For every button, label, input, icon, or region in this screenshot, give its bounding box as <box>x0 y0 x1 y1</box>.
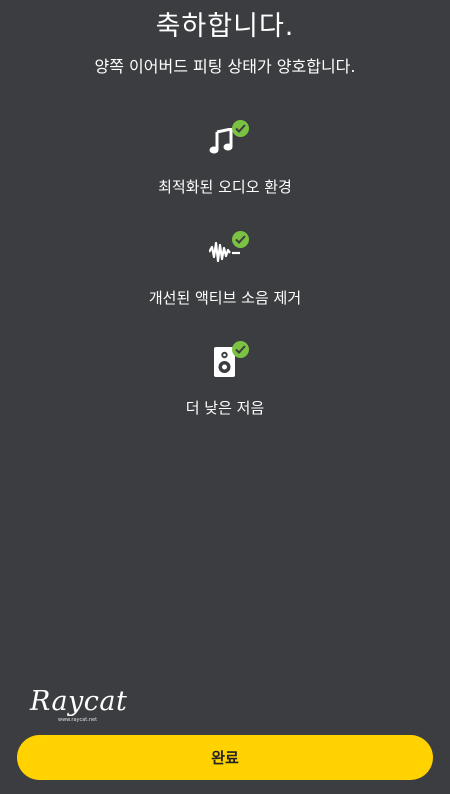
feature-label: 더 낮은 저음 <box>185 399 265 417</box>
feature-item-audio: 최적화된 오디오 환경 <box>0 120 450 197</box>
page-subtitle: 양쪽 이어버드 피팅 상태가 양호합니다. <box>94 57 356 76</box>
speaker-icon <box>205 341 249 383</box>
watermark-url: www.raycat.net <box>58 717 98 723</box>
check-icon <box>232 341 249 358</box>
feature-label: 개선된 액티브 소음 제거 <box>148 289 302 307</box>
feature-label: 최적화된 오디오 환경 <box>158 178 292 196</box>
fit-test-result-screen: 축하합니다. 양쪽 이어버드 피팅 상태가 양호합니다. 최적화된 오디오 환경 <box>0 0 450 794</box>
check-icon <box>232 231 249 248</box>
watermark-logo: Raycat www.raycat.net <box>30 686 127 730</box>
page-title: 축하합니다. <box>155 11 295 42</box>
feature-item-bass: 더 낮은 저음 <box>0 341 450 418</box>
feature-item-anc: 개선된 액티브 소음 제거 <box>0 231 450 308</box>
watermark-logo-text: Raycat <box>30 686 128 717</box>
music-note-icon <box>205 120 249 162</box>
done-button[interactable]: 완료 <box>17 735 433 780</box>
soundwave-icon <box>205 231 249 273</box>
check-icon <box>232 120 249 137</box>
